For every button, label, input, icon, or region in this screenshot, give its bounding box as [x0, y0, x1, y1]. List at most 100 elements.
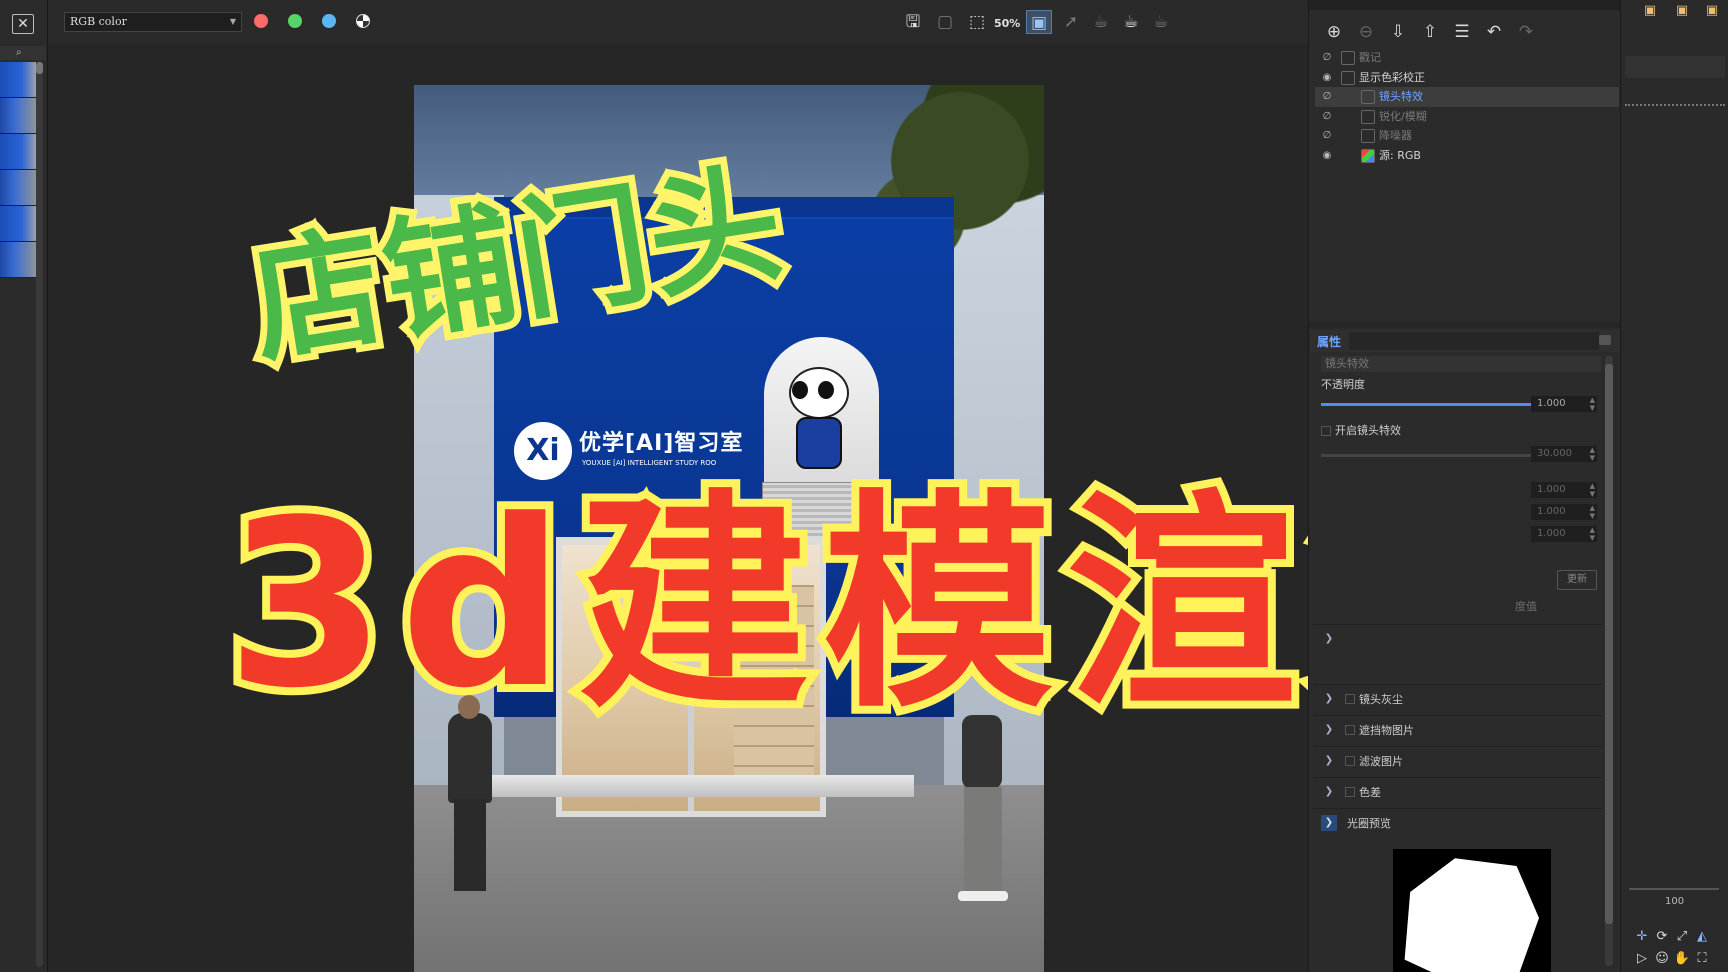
history-thumbnail[interactable]	[0, 170, 36, 206]
section-filter-image[interactable]: ❯ 滤波图片	[1313, 746, 1603, 774]
eye-icon[interactable]: ◉	[1319, 68, 1335, 87]
side-panel-splitter[interactable]	[1625, 104, 1725, 108]
history-scrollbar[interactable]	[36, 62, 43, 967]
chevron-down-icon[interactable]: ❯	[1321, 691, 1337, 707]
orbit-icon[interactable]: ⟳	[1653, 928, 1671, 946]
layer-label: 镜头特效	[1379, 90, 1423, 103]
folder-icon[interactable]: ▣	[1641, 2, 1659, 20]
side-panel: ▣ ▣ ▣ 100 ✛ ⟳ ⤢ ◭ ▷ ☺ ✋ ⛶	[1620, 0, 1728, 972]
history-search-icon[interactable]: ⌕	[0, 46, 46, 60]
layer-item-denoiser[interactable]: ∅ 降噪器	[1315, 126, 1619, 146]
chevron-down-icon[interactable]: ❯	[1321, 722, 1337, 738]
panel-splitter[interactable]	[1309, 322, 1621, 328]
green-channel-button[interactable]	[288, 14, 302, 28]
fov-icon[interactable]: ◭	[1693, 928, 1711, 946]
filter-image-checkbox[interactable]	[1345, 756, 1355, 766]
list-icon[interactable]: ☰	[1449, 20, 1475, 44]
update-button[interactable]: 更新	[1557, 570, 1597, 590]
visibility-off-icon[interactable]: ∅	[1319, 126, 1335, 145]
history-thumbnail[interactable]	[0, 62, 36, 98]
blue-channel-button[interactable]	[322, 14, 336, 28]
layer-item-source-rgb[interactable]: ◉ 源: RGB	[1315, 146, 1619, 166]
history-thumbnail[interactable]	[0, 242, 36, 278]
load-layers-icon[interactable]: ⇧	[1417, 20, 1443, 44]
properties-scrollbar-thumb[interactable]	[1605, 364, 1613, 924]
zoom-button[interactable]: 50%	[994, 10, 1020, 34]
spinner-icon[interactable]: ▲ ▼	[1590, 526, 1595, 542]
chevron-down-icon[interactable]: ❯	[1321, 631, 1337, 647]
section-obstacle-image[interactable]: ❯ 遮挡物图片	[1313, 715, 1603, 743]
intensity-value[interactable]: 1.000 ▲ ▼	[1531, 482, 1597, 498]
layer-toolbar: ⊕ ⊖ ⇩ ⇧ ☰ ↶ ↷	[1309, 16, 1621, 48]
obstacle-image-checkbox[interactable]	[1345, 725, 1355, 735]
spinner-icon[interactable]: ▲ ▼	[1590, 482, 1595, 498]
properties-scrollbar[interactable]	[1605, 356, 1613, 966]
red-channel-button[interactable]	[254, 14, 268, 28]
add-layer-icon[interactable]: ⊕	[1321, 20, 1347, 44]
figure-icon[interactable]: ☺	[1653, 950, 1671, 968]
layer-label: 戳记	[1359, 51, 1381, 64]
visibility-off-icon[interactable]: ∅	[1319, 48, 1335, 67]
alpha-channel-button[interactable]	[356, 14, 370, 28]
glow-value[interactable]: 1.000 ▲ ▼	[1531, 504, 1597, 520]
chromatic-checkbox[interactable]	[1345, 787, 1355, 797]
section-lens-dust[interactable]: ❯ 镜头灰尘	[1313, 684, 1603, 712]
opacity-label: 不透明度	[1321, 378, 1365, 391]
close-history-icon[interactable]: ✕	[12, 14, 34, 34]
region-render-icon[interactable]: ⬚	[964, 10, 990, 34]
maximize-icon[interactable]: ⛶	[1693, 950, 1711, 968]
lens-dust-checkbox[interactable]	[1345, 694, 1355, 704]
history-thumbnails	[0, 62, 36, 282]
delete-layer-icon[interactable]: ⊖	[1353, 20, 1379, 44]
enable-lens-effect-label: 开启镜头特效	[1335, 424, 1401, 437]
pointer-icon[interactable]: ➚	[1058, 10, 1084, 34]
folder-icon[interactable]: ▣	[1703, 2, 1721, 20]
redo-icon[interactable]: ↷	[1513, 20, 1539, 44]
color-mode-select[interactable]: RGB color ▼	[64, 12, 242, 32]
rotation-value-text: 1.000	[1537, 528, 1566, 539]
properties-toggle-icon[interactable]	[1599, 335, 1611, 345]
interactive-render-icon[interactable]: ☕	[1148, 10, 1174, 34]
spinner-icon[interactable]: ▲ ▼	[1590, 396, 1595, 412]
visibility-off-icon[interactable]: ∅	[1319, 107, 1335, 126]
hand-icon[interactable]: ✋	[1673, 950, 1691, 968]
move-icon[interactable]: ✛	[1633, 928, 1651, 946]
folder-icon[interactable]: ▣	[1673, 2, 1691, 20]
chevron-down-icon[interactable]: ❯	[1321, 753, 1337, 769]
export-icon[interactable]: ▢	[932, 10, 958, 34]
layer-item-sharpen-blur[interactable]: ∅ 锐化/模糊	[1315, 107, 1619, 127]
section-chromatic[interactable]: ❯ 色差	[1313, 777, 1603, 805]
section-aperture-preview[interactable]: ❯ 光圈预览	[1313, 808, 1603, 836]
layer-item-stamp[interactable]: ∅ 戳记	[1315, 48, 1619, 68]
properties-body: 镜头特效 不透明度 1.000 ▲ ▼ 开启镜头特效 30.000 ▲ ▼ 1.000 ▲…	[1309, 354, 1605, 972]
visibility-off-icon[interactable]: ∅	[1319, 87, 1335, 106]
enable-lens-effect-checkbox[interactable]	[1321, 426, 1331, 436]
section-collapsed[interactable]: ❯	[1313, 624, 1603, 652]
teapot-icon[interactable]: ☕	[1088, 10, 1114, 34]
history-thumbnail[interactable]	[0, 98, 36, 134]
rgb-source-icon	[1361, 148, 1375, 163]
frame-view-icon[interactable]: ▣	[1026, 10, 1052, 34]
save-layers-icon[interactable]: ⇩	[1385, 20, 1411, 44]
size-value[interactable]: 30.000 ▲ ▼	[1531, 446, 1597, 462]
eye-icon[interactable]: ◉	[1319, 146, 1335, 165]
walk-icon[interactable]: ▷	[1633, 950, 1651, 968]
layer-item-display-correction[interactable]: ◉ 显示色彩校正	[1315, 68, 1619, 88]
render-teapot-icon[interactable]: ☕	[1118, 10, 1144, 34]
chevron-down-icon[interactable]: ❯	[1321, 815, 1337, 831]
history-thumbnail[interactable]	[0, 206, 36, 242]
history-thumbnail[interactable]	[0, 134, 36, 170]
opacity-value[interactable]: 1.000 ▲ ▼	[1531, 396, 1597, 412]
history-scrollbar-thumb[interactable]	[36, 62, 43, 74]
color-mode-value: RGB color	[70, 15, 127, 28]
spinner-icon[interactable]: ▲ ▼	[1590, 446, 1595, 462]
layer-item-lens-effects[interactable]: ∅ 镜头特效	[1315, 87, 1619, 107]
spinner-icon[interactable]: ▲ ▼	[1590, 504, 1595, 520]
save-image-icon[interactable]: 🖫	[900, 10, 926, 34]
chevron-down-icon[interactable]: ❯	[1321, 784, 1337, 800]
layer-label: 降噪器	[1379, 129, 1412, 142]
rotation-value[interactable]: 1.000 ▲ ▼	[1531, 526, 1597, 542]
undo-icon[interactable]: ↶	[1481, 20, 1507, 44]
entrance-step	[454, 775, 914, 797]
pan-icon[interactable]: ⤢	[1673, 928, 1691, 946]
